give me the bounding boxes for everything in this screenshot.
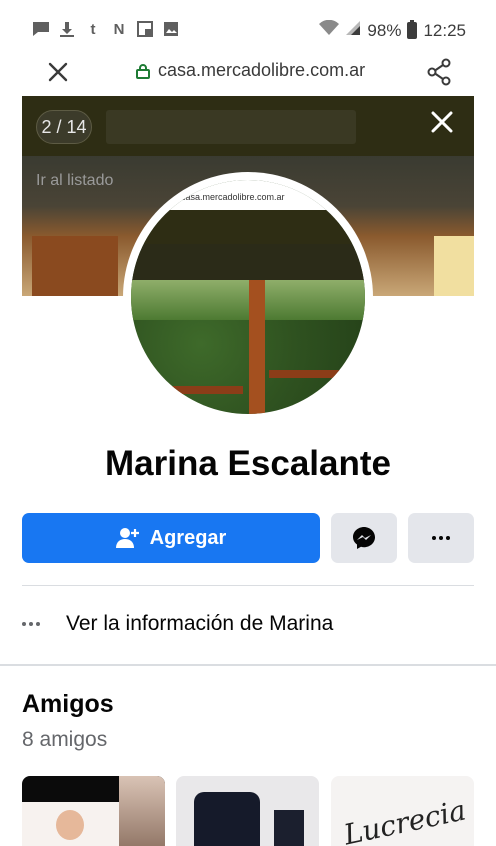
cover-door [32, 236, 118, 296]
wifi-icon [319, 19, 340, 41]
close-tab-button[interactable] [44, 58, 72, 86]
gallery-icon [136, 20, 154, 38]
friend-photo-part [119, 776, 165, 846]
url-display[interactable]: casa.mercadolibre.com.ar [136, 60, 365, 81]
profile-name: Marina Escalante [105, 444, 391, 483]
messenger-icon [353, 527, 375, 549]
friend-card-text: Lucrecia [340, 793, 469, 846]
avatar-post [249, 280, 265, 414]
url-text: casa.mercadolibre.com.ar [158, 60, 366, 80]
avatar-railing-left [171, 386, 243, 394]
cover-photo-counter: 2 / 14 [36, 110, 92, 144]
system-status: 98% 12:25 [319, 19, 466, 41]
section-divider [0, 664, 496, 666]
share-button[interactable] [426, 58, 452, 86]
close-icon [48, 62, 68, 82]
lock-icon [136, 63, 150, 79]
more-horizontal-icon [22, 622, 50, 626]
more-icon [432, 536, 450, 540]
friend-card[interactable] [176, 776, 319, 846]
friend-photo-face [56, 810, 84, 840]
friend-card[interactable]: Lucrecia [331, 776, 474, 846]
download-icon [58, 20, 76, 38]
image-icon [162, 20, 180, 38]
netflix-icon: N [113, 20, 125, 38]
battery-level: 98% [367, 20, 402, 40]
avatar-header-bar [131, 210, 365, 244]
notification-icons: t N [32, 20, 180, 38]
messenger-button[interactable] [331, 513, 397, 563]
tumblr-icon: t [90, 20, 96, 38]
cover-search-box [106, 110, 356, 144]
clock: 12:25 [423, 20, 466, 40]
avatar-url-text: casa.mercadolibre.com.ar [181, 192, 285, 202]
see-info-row[interactable]: Ver la información de Marina [22, 604, 474, 644]
avatar-mid-band [131, 244, 365, 282]
friend-photo-jacket [194, 792, 260, 846]
more-options-button[interactable] [408, 513, 474, 563]
friends-count: 8 amigos [22, 728, 108, 751]
signal-icon [345, 20, 361, 41]
see-info-label: Ver la información de Marina [66, 612, 334, 635]
friend-photo-pants [274, 810, 304, 846]
avatar-railing [269, 370, 365, 378]
add-friend-icon [115, 528, 139, 548]
cover-close-icon [428, 108, 456, 136]
custom-tab-bar: casa.mercadolibre.com.ar [0, 50, 496, 96]
add-friend-label: Agregar [149, 526, 227, 549]
message-icon [32, 20, 50, 38]
battery-icon [407, 20, 418, 39]
profile-avatar[interactable]: casa.mercadolibre.com.ar [131, 180, 365, 414]
share-icon [427, 58, 451, 86]
friend-card[interactable] [22, 776, 165, 846]
avatar-trees [131, 280, 365, 320]
cover-window [434, 236, 474, 296]
divider [22, 585, 474, 586]
friends-section-title: Amigos [22, 690, 114, 718]
cover-back-text: Ir al listado [36, 172, 114, 189]
add-friend-button[interactable]: Agregar [22, 513, 320, 563]
